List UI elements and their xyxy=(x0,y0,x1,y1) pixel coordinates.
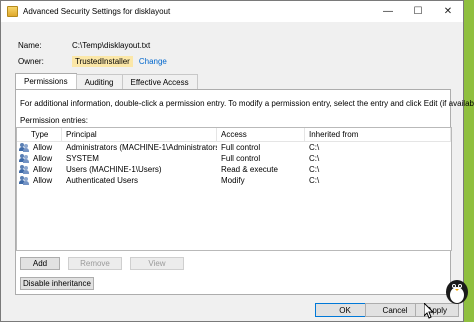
advanced-security-settings-window: Advanced Security Settings for disklayou… xyxy=(0,0,474,322)
principal-cell: SYSTEM xyxy=(66,154,99,163)
permission-entries-label: Permission entries: xyxy=(20,116,89,125)
permission-entries-grid[interactable]: Type Principal Access Inherited from All… xyxy=(16,127,452,251)
owner-label: Owner: xyxy=(18,56,44,66)
principal-cell: Users (MACHINE-1\Users) xyxy=(66,165,162,174)
remove-button[interactable]: Remove xyxy=(68,257,122,270)
user-group-icon xyxy=(19,176,29,185)
window-title: Advanced Security Settings for disklayou… xyxy=(23,7,171,16)
principal-cell: Administrators (MACHINE-1\Administrators… xyxy=(66,143,217,152)
apply-button[interactable]: Apply xyxy=(415,303,459,317)
view-button[interactable]: View xyxy=(130,257,184,270)
access-cell: Full control xyxy=(221,154,261,163)
type-cell: Allow xyxy=(33,154,53,163)
minimize-button[interactable]: — xyxy=(373,1,403,22)
column-header-type[interactable]: Type xyxy=(17,127,62,142)
inherited-from-cell: C:\ xyxy=(309,176,320,185)
type-cell: Allow xyxy=(33,143,53,152)
close-button[interactable]: ✕ xyxy=(433,1,463,22)
tab-permissions[interactable]: Permissions xyxy=(15,73,77,89)
inherited-from-cell: C:\ xyxy=(309,154,320,163)
name-value: C:\Temp\disklayout.txt xyxy=(72,40,151,50)
info-text: For additional information, double-click… xyxy=(20,99,474,108)
name-label: Name: xyxy=(18,40,42,50)
mouse-cursor-icon xyxy=(424,303,434,319)
type-cell: Allow xyxy=(33,176,53,185)
grid-header: Type Principal Access Inherited from xyxy=(17,127,451,142)
column-header-principal[interactable]: Principal xyxy=(62,127,217,142)
tab-effective-access[interactable]: Effective Access xyxy=(121,74,198,89)
disable-inheritance-button[interactable]: Disable inheritance xyxy=(20,277,94,290)
permissions-panel: For additional information, double-click… xyxy=(15,89,474,295)
access-cell: Full control xyxy=(221,143,261,152)
table-row[interactable]: Allow Users (MACHINE-1\Users) Read & exe… xyxy=(17,164,451,175)
table-row[interactable]: Allow Authenticated Users Modify C:\ xyxy=(17,175,451,186)
table-row[interactable]: Allow Administrators (MACHINE-1\Administ… xyxy=(17,142,451,153)
inherited-from-cell: C:\ xyxy=(309,143,320,152)
owner-row: Owner: TrustedInstaller Change xyxy=(18,54,167,68)
inherited-from-cell: C:\ xyxy=(309,165,320,174)
penguin-logo-icon xyxy=(446,280,468,304)
folder-icon xyxy=(7,6,18,17)
title-bar: Advanced Security Settings for disklayou… xyxy=(1,1,463,22)
access-cell: Modify xyxy=(221,176,245,185)
column-header-inherited-from[interactable]: Inherited from xyxy=(305,127,451,142)
change-owner-link[interactable]: Change xyxy=(139,57,167,66)
user-group-icon xyxy=(19,143,29,152)
add-button[interactable]: Add xyxy=(20,257,60,270)
maximize-button[interactable]: ☐ xyxy=(403,1,433,22)
name-row: Name: C:\Temp\disklayout.txt xyxy=(18,38,150,52)
window-controls: — ☐ ✕ xyxy=(373,1,463,22)
column-header-access[interactable]: Access xyxy=(217,127,305,142)
principal-cell: Authenticated Users xyxy=(66,176,139,185)
owner-value: TrustedInstaller xyxy=(72,55,133,67)
type-cell: Allow xyxy=(33,165,53,174)
tab-auditing[interactable]: Auditing xyxy=(75,74,123,89)
user-group-icon xyxy=(19,165,29,174)
tab-strip: Permissions Auditing Effective Access xyxy=(15,73,198,89)
table-row[interactable]: Allow SYSTEM Full control C:\ xyxy=(17,153,451,164)
access-cell: Read & execute xyxy=(221,165,278,174)
user-group-icon xyxy=(19,154,29,163)
